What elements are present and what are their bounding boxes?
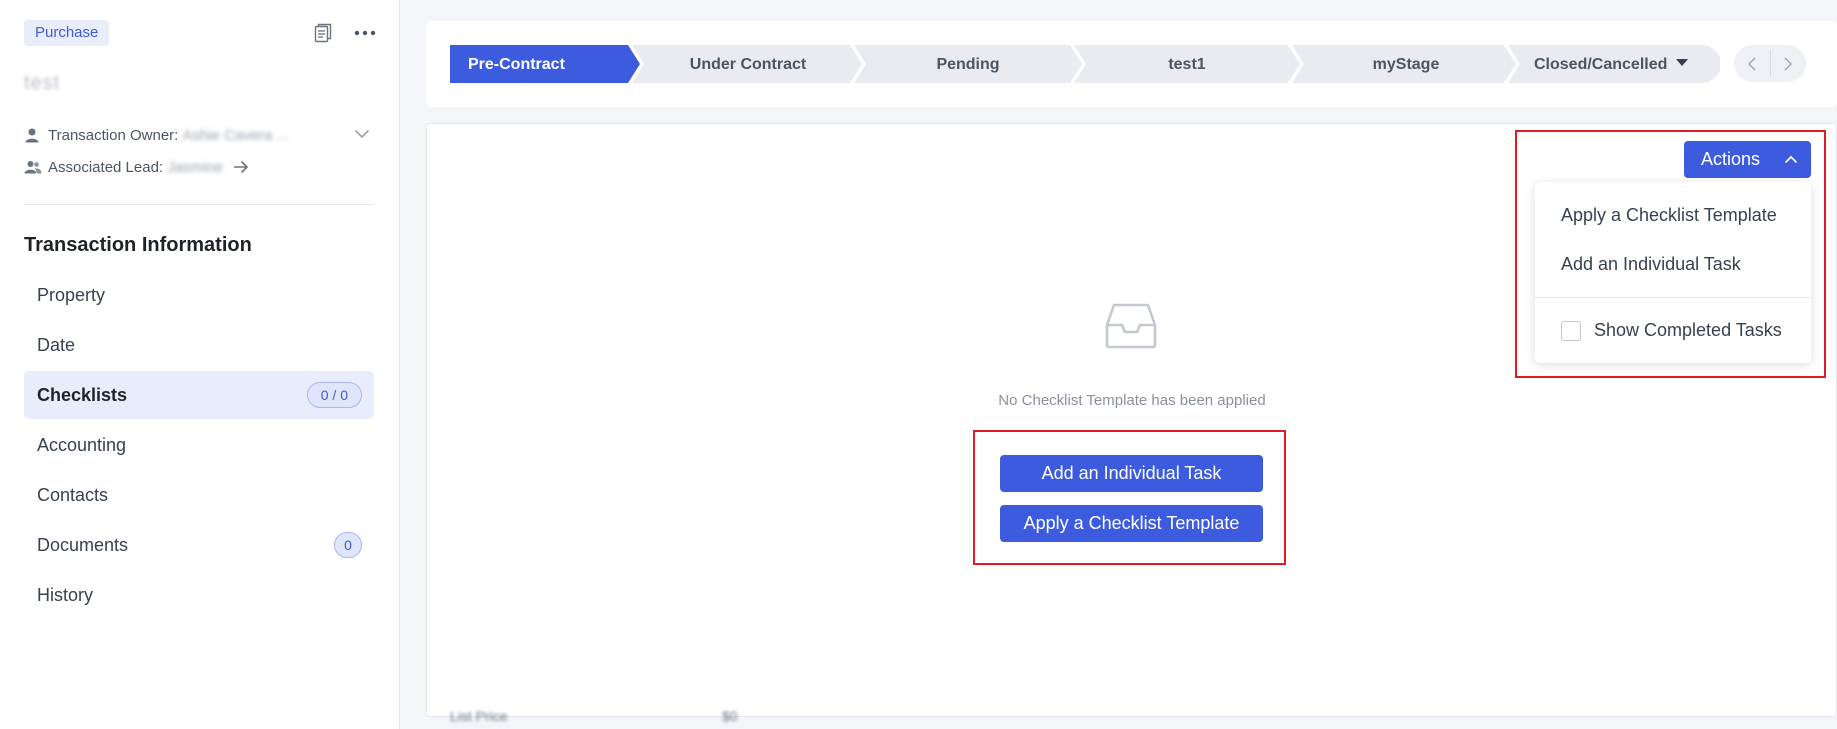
sidebar-header-actions (311, 20, 377, 46)
footer-field-value: $0 (722, 708, 738, 724)
highlight-box-center (973, 430, 1286, 565)
actions-label: Actions (1701, 149, 1761, 169)
sidebar-item-label: Accounting (37, 434, 127, 455)
transaction-type-badge: Purchase (24, 20, 110, 46)
stage-pager (1734, 45, 1806, 82)
stage-label: Pending (936, 56, 999, 73)
sidebar-item-history[interactable]: History (24, 571, 374, 619)
next-stage-button[interactable] (1770, 45, 1806, 82)
user-icon (24, 126, 42, 144)
prev-stage-button[interactable] (1734, 45, 1770, 82)
sidebar-item-label: Checklists (37, 384, 128, 405)
sidebar-divider (24, 204, 374, 205)
show-completed-tasks-toggle[interactable]: Show Completed Tasks (1561, 320, 1782, 341)
stage-pre-contract[interactable]: Pre-Contract (450, 45, 640, 83)
show-completed-label: Show Completed Tasks (1594, 320, 1782, 340)
apply-checklist-template-button[interactable]: Apply a Checklist Template (1000, 505, 1263, 542)
menu-divider (1535, 297, 1811, 298)
sidebar-item-accounting[interactable]: Accounting (24, 421, 374, 469)
lead-value[interactable]: Jasmine (167, 159, 223, 176)
documents-count-badge: 0 (334, 532, 362, 558)
lead-label: Associated Lead: (48, 158, 164, 176)
sidebar-item-checklists[interactable]: Checklists 0 / 0 (24, 371, 374, 419)
sidebar-item-contacts[interactable]: Contacts (24, 471, 374, 519)
chevron-left-icon (1747, 56, 1756, 71)
sidebar-item-label: Property (37, 284, 106, 305)
footer-field-label: List Price (450, 708, 508, 724)
stage-label: Pre-Contract (468, 56, 566, 73)
stage-progress: Pre-Contract Under Contract Pending test… (450, 45, 1720, 83)
stage-under-contract[interactable]: Under Contract (632, 45, 862, 83)
stage-test1[interactable]: test1 (1074, 45, 1300, 83)
stage-label: Under Contract (690, 56, 807, 73)
section-title: Transaction Information (24, 234, 252, 256)
stage-mystage[interactable]: myStage (1292, 45, 1516, 83)
chevron-up-icon (1784, 155, 1798, 164)
sidebar: Purchase test Transaction Owner: Ashie C… (0, 0, 400, 729)
transaction-title: test (24, 72, 61, 94)
sidebar-item-label: Documents (37, 534, 129, 555)
sidebar-item-date[interactable]: Date (24, 321, 374, 369)
inbox-icon (1105, 303, 1157, 354)
arrow-right-icon[interactable] (233, 160, 249, 174)
stage-label: test1 (1168, 56, 1205, 73)
users-icon (24, 158, 42, 176)
transaction-owner-row: Transaction Owner: Ashie Cavera ... (24, 124, 289, 146)
associated-lead-row: Associated Lead: Jasmine (24, 156, 249, 178)
actions-button[interactable]: Actions (1684, 141, 1811, 178)
owner-value: Ashie Cavera ... (182, 126, 290, 144)
sidebar-item-label: Contacts (37, 484, 109, 505)
notes-icon[interactable] (311, 20, 335, 46)
stage-label: myStage (1373, 56, 1440, 73)
checklist-count-badge: 0 / 0 (306, 382, 362, 408)
menu-item-add-task[interactable]: Add an Individual Task (1561, 254, 1741, 275)
sidebar-item-documents[interactable]: Documents 0 (24, 521, 374, 569)
sidebar-item-label: History (37, 584, 94, 605)
chevron-down-icon[interactable] (354, 126, 370, 144)
menu-item-apply-template[interactable]: Apply a Checklist Template (1561, 205, 1777, 226)
empty-state-text: No Checklist Template has been applied (998, 392, 1266, 409)
more-options-icon[interactable] (353, 20, 377, 46)
add-individual-task-button[interactable]: Add an Individual Task (1000, 455, 1263, 492)
sidebar-item-label: Date (37, 334, 76, 355)
sidebar-nav: Property Date Checklists 0 / 0 Accountin… (24, 271, 374, 621)
stage-pending[interactable]: Pending (854, 45, 1082, 83)
actions-menu: Apply a Checklist Template Add an Indivi… (1535, 182, 1811, 363)
stage-closed-cancelled[interactable]: Closed/Cancelled (1508, 45, 1720, 83)
show-completed-checkbox[interactable] (1561, 320, 1581, 341)
owner-label: Transaction Owner: (48, 126, 179, 144)
chevron-right-icon (1784, 56, 1793, 71)
stage-label: Closed/Cancelled (1534, 56, 1667, 73)
sidebar-item-property[interactable]: Property (24, 271, 374, 319)
